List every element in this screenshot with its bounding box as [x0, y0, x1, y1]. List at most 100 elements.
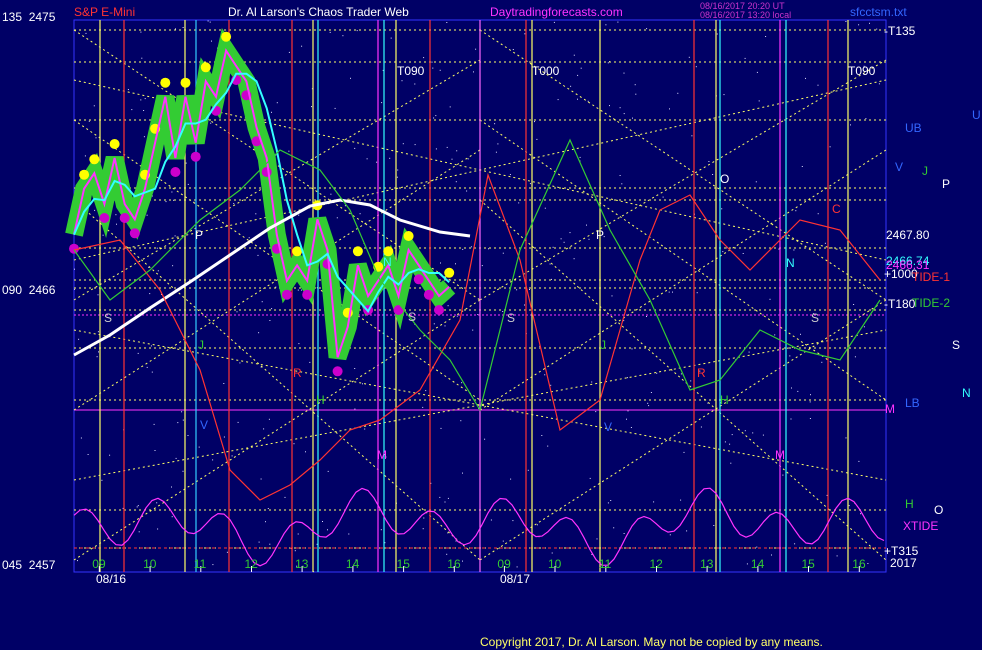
star-dot — [348, 533, 350, 535]
chaos-chart: 09 10 11 12 13 14 15 16 09 10 11 12 13 14 15 16 — [0, 0, 982, 650]
star-dot — [354, 368, 356, 369]
star-dot — [444, 325, 446, 327]
star-dot — [356, 30, 358, 32]
star-dot — [156, 502, 158, 504]
star-dot — [863, 326, 865, 328]
star-dot — [223, 436, 225, 438]
star-dot — [778, 248, 780, 250]
site-link[interactable]: Daytradingforecasts.com — [490, 5, 623, 19]
star-dot — [497, 143, 499, 145]
star-dot — [534, 121, 535, 123]
star-dot — [494, 123, 496, 125]
marker-v2: V — [604, 420, 613, 434]
star-dot — [223, 383, 225, 384]
marker-m2: M — [775, 448, 785, 462]
date-label-1: 08/16 — [96, 572, 127, 586]
label-o2: O — [934, 503, 944, 517]
star-dot — [293, 443, 295, 445]
star-dot — [301, 289, 302, 291]
star-dot — [557, 99, 559, 101]
star-dot — [143, 110, 145, 111]
star-dot — [752, 432, 754, 434]
star-dot — [185, 162, 187, 164]
star-dot — [305, 451, 306, 453]
star-dot — [109, 454, 111, 456]
star-dot — [744, 430, 746, 432]
y-label-top: 135 2475 — [2, 10, 56, 24]
star-dot — [551, 278, 552, 280]
star-dot — [544, 207, 546, 209]
star-dot — [722, 251, 724, 253]
label-u: U — [972, 108, 981, 122]
star-dot — [797, 390, 799, 392]
star-dot — [573, 258, 575, 260]
star-dot — [136, 506, 138, 508]
star-dot — [268, 418, 270, 420]
star-dot — [560, 238, 562, 240]
star-dot — [461, 382, 463, 384]
label-n: N — [962, 386, 971, 400]
star-dot — [553, 21, 555, 23]
star-dot — [267, 508, 269, 509]
star-dot — [623, 113, 625, 115]
low-marker — [332, 366, 343, 377]
high-marker — [160, 77, 171, 88]
low-marker — [99, 213, 110, 223]
label-tide1: TIDE-1 — [912, 270, 951, 284]
star-dot — [330, 193, 332, 195]
star-dot — [376, 161, 378, 163]
star-dot — [790, 418, 792, 420]
label-xtide: XTIDE — [903, 519, 939, 533]
marker-s1: S — [104, 311, 113, 325]
x-tick-label: 11 — [194, 557, 207, 571]
star-dot — [731, 434, 733, 436]
star-dot — [646, 28, 648, 30]
star-dot — [547, 445, 549, 447]
star-dot — [774, 334, 776, 336]
star-dot — [154, 450, 156, 451]
star-dot — [801, 166, 803, 167]
star-dot — [447, 532, 449, 534]
star-dot — [233, 203, 235, 205]
x-tick-label: 10 — [548, 557, 562, 571]
star-dot — [858, 24, 860, 26]
star-dot — [721, 208, 723, 210]
star-dot — [793, 249, 795, 251]
star-dot — [850, 124, 851, 126]
star-dot — [271, 111, 272, 113]
star-dot — [258, 541, 260, 543]
star-dot — [631, 348, 633, 350]
high-marker — [89, 154, 100, 165]
star-dot — [677, 92, 679, 94]
star-dot — [146, 366, 148, 368]
label-price-a: 2467.80 — [886, 228, 930, 242]
marker-t000: T000 — [532, 64, 560, 78]
star-dot — [258, 332, 260, 334]
star-dot — [730, 462, 732, 464]
star-dot — [446, 553, 448, 555]
star-dot — [669, 108, 670, 110]
star-dot — [288, 51, 290, 53]
star-dot — [495, 151, 497, 153]
star-dot — [423, 517, 425, 519]
star-dot — [611, 295, 613, 297]
star-dot — [309, 361, 311, 363]
star-dot — [181, 411, 183, 413]
star-dot — [621, 183, 623, 185]
star-dot — [588, 238, 590, 240]
star-dot — [595, 411, 597, 413]
star-dot — [435, 148, 437, 150]
star-dot — [137, 505, 139, 507]
star-dot — [171, 191, 173, 193]
star-dot — [462, 248, 464, 250]
star-dot — [490, 519, 492, 521]
low-marker — [434, 305, 444, 315]
star-dot — [569, 232, 571, 234]
star-dot — [80, 437, 82, 439]
star-dot — [771, 554, 772, 556]
label-j: J — [922, 164, 928, 178]
star-dot — [845, 437, 847, 439]
star-dot — [96, 356, 98, 358]
star-dot — [836, 555, 838, 557]
star-dot — [389, 157, 391, 159]
